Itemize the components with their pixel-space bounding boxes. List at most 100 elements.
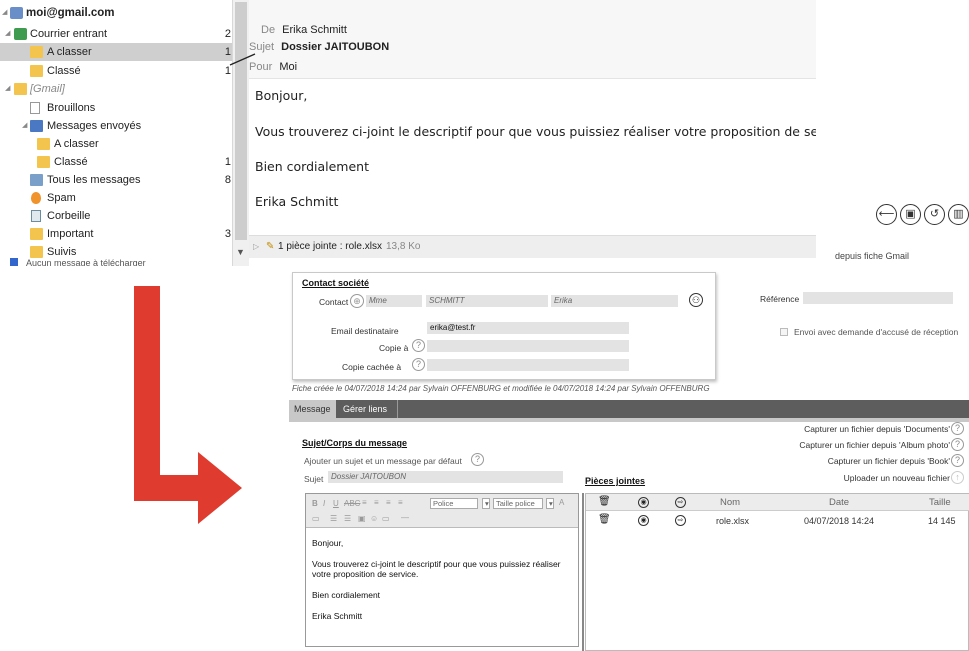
collapse-icon[interactable]: ◢	[2, 4, 7, 22]
mail-body-paragraph: Bonjour,	[255, 88, 308, 103]
folder-inbox[interactable]: ◢ Courrier entrant 2	[0, 25, 232, 43]
receipt-checkbox[interactable]	[780, 328, 788, 336]
expand-icon[interactable]: ▷	[253, 236, 259, 258]
folder-spam[interactable]: Spam	[0, 189, 232, 207]
folder-a-classer[interactable]: A classer 1	[0, 43, 232, 61]
message-editor[interactable]: B I U ABC ≡ ≡ ≡ ≡ Police ▾ Taille police…	[305, 493, 579, 647]
red-arrow	[134, 286, 242, 524]
align-center-icon[interactable]: ≡	[374, 498, 379, 507]
table-row[interactable]: 🗑 ◉ ⇨ role.xlsx 04/07/2018 14:24 14 145	[586, 512, 969, 530]
help-icon[interactable]: ?	[951, 438, 964, 451]
account-row[interactable]: ◢ moi@gmail.com	[0, 4, 232, 22]
help-icon[interactable]: ?	[412, 358, 425, 371]
to-value[interactable]: Moi	[279, 61, 297, 73]
justify-icon[interactable]: ≡	[398, 498, 403, 507]
attachment-size: 13,8 Ko	[385, 241, 421, 252]
folder-brouillons[interactable]: Brouillons	[0, 99, 232, 117]
capture-album-link[interactable]: Capturer un fichier depuis 'Album photo'	[799, 440, 950, 450]
tab-message[interactable]: Message	[289, 400, 336, 418]
align-right-icon[interactable]: ≡	[386, 498, 391, 507]
att-name[interactable]: role.xlsx	[716, 516, 749, 526]
italic-icon[interactable]: I	[323, 499, 325, 508]
attachment-bar[interactable]: ▷ ✎ 1 pièce jointe : role.xlsx 13,8 Ko	[249, 235, 816, 258]
subject-value: Dossier JAITOUBON	[281, 41, 390, 53]
capture-book-link[interactable]: Capturer un fichier depuis 'Book'	[828, 456, 950, 466]
upload-icon[interactable]: ↑	[951, 471, 964, 484]
collapse-icon[interactable]: ◢	[22, 117, 27, 135]
chevron-down-icon[interactable]: ▾	[546, 498, 554, 509]
email-field[interactable]: erika@test.fr	[427, 322, 629, 334]
col-size[interactable]: Taille	[929, 497, 951, 508]
upload-file-link[interactable]: Uploader un nouveau fichier	[844, 473, 950, 483]
text-color-icon[interactable]: A	[559, 498, 564, 507]
reply-icon[interactable]: ⟵	[876, 204, 897, 225]
from-value[interactable]: Erika Schmitt	[282, 24, 347, 36]
gmail-link[interactable]: depuis fiche Gmail	[835, 251, 909, 261]
last-name-field[interactable]: SCHMITT	[426, 295, 548, 307]
help-icon[interactable]: ?	[471, 453, 484, 466]
folder-icon	[14, 83, 27, 95]
strike-icon[interactable]: ABC	[344, 499, 360, 508]
tab-gerer-liens[interactable]: Gérer liens	[338, 400, 398, 418]
pane-divider[interactable]	[582, 493, 584, 651]
trash-icon[interactable]: 🗑	[598, 514, 611, 525]
folder-envoyes[interactable]: ◢ Messages envoyés	[0, 117, 232, 135]
folder-envoyes-classe[interactable]: Classé 1	[0, 153, 232, 171]
col-name[interactable]: Nom	[720, 497, 740, 508]
image-icon[interactable]: ▣	[358, 514, 366, 523]
col-date[interactable]: Date	[829, 497, 849, 508]
refresh-icon[interactable]: ↺	[924, 204, 945, 225]
folder-pane: ◢ moi@gmail.com ◢ Courrier entrant 2 A c…	[0, 0, 233, 266]
folder-scrollbar-thumb[interactable]	[235, 2, 247, 240]
trash-icon[interactable]: 🗑	[598, 496, 611, 507]
capture-documents-link[interactable]: Capturer un fichier depuis 'Documents'	[804, 424, 950, 434]
bold-icon[interactable]: B	[312, 499, 318, 508]
mail-body: Bonjour, Vous trouverez ci-joint le desc…	[249, 79, 853, 235]
paragraph-format-icon[interactable]: ▭	[312, 514, 320, 523]
folder-corbeille[interactable]: Corbeille	[0, 207, 232, 225]
collapse-icon[interactable]: ◢	[5, 25, 10, 43]
contact-label: Contact	[319, 297, 349, 307]
bcc-field[interactable]	[427, 359, 629, 371]
bullet-list-icon[interactable]: ☰	[330, 514, 337, 523]
first-name-field[interactable]: Erika	[551, 295, 678, 307]
paperclip-icon: ✎	[266, 241, 275, 252]
align-left-icon[interactable]: ≡	[362, 498, 367, 507]
from-label: De	[261, 24, 276, 36]
chevron-down-icon[interactable]: ▼	[236, 247, 245, 257]
numbered-list-icon[interactable]: ☰	[344, 514, 351, 523]
trash-icon[interactable]: ▥	[948, 204, 969, 225]
help-icon[interactable]: ?	[951, 422, 964, 435]
save-icon[interactable]: ▣	[900, 204, 921, 225]
folder-important[interactable]: Important 3	[0, 225, 232, 243]
folder-tous[interactable]: Tous les messages 8	[0, 171, 232, 189]
help-icon[interactable]: ?	[951, 454, 964, 467]
attachments-header: 🗑 ◉ ⇨ Nom Date Taille	[586, 494, 969, 511]
folder-gmail[interactable]: ◢ [Gmail]	[0, 80, 232, 98]
view-icon[interactable]: ◉	[638, 497, 649, 508]
cc-field[interactable]	[427, 340, 629, 352]
html-icon[interactable]: ▭	[382, 514, 390, 523]
collapse-icon[interactable]: ◢	[5, 80, 10, 98]
help-icon[interactable]: ?	[412, 339, 425, 352]
send-icon[interactable]: ⇨	[675, 515, 686, 526]
font-select[interactable]: Police	[430, 498, 478, 509]
subject-field[interactable]: Dossier JAITOUBON	[328, 471, 563, 483]
font-size-select[interactable]: Taille police	[493, 498, 543, 509]
attachment-info[interactable]: 1 pièce jointe : role.xlsx 13,8 Ko	[278, 236, 420, 258]
subject-label: Sujet	[304, 474, 324, 484]
send-icon[interactable]: ⇨	[675, 497, 686, 508]
underline-icon[interactable]: U	[333, 499, 339, 508]
contacts-icon[interactable]: ⚇	[689, 293, 703, 307]
reference-field[interactable]	[803, 292, 953, 304]
folder-envoyes-a-classer[interactable]: A classer	[0, 135, 232, 153]
view-icon[interactable]: ◉	[638, 515, 649, 526]
folder-classe[interactable]: Classé 1	[0, 62, 232, 80]
folder-label: Tous les messages	[47, 174, 141, 186]
civility-field[interactable]: Mme	[366, 295, 422, 307]
emoji-icon[interactable]: ☺	[370, 514, 378, 523]
contact-picker-icon[interactable]: ⊕	[350, 294, 364, 308]
horizontal-rule-icon[interactable]: —	[401, 513, 409, 522]
folder-label: Important	[47, 228, 94, 240]
chevron-down-icon[interactable]: ▾	[482, 498, 490, 509]
